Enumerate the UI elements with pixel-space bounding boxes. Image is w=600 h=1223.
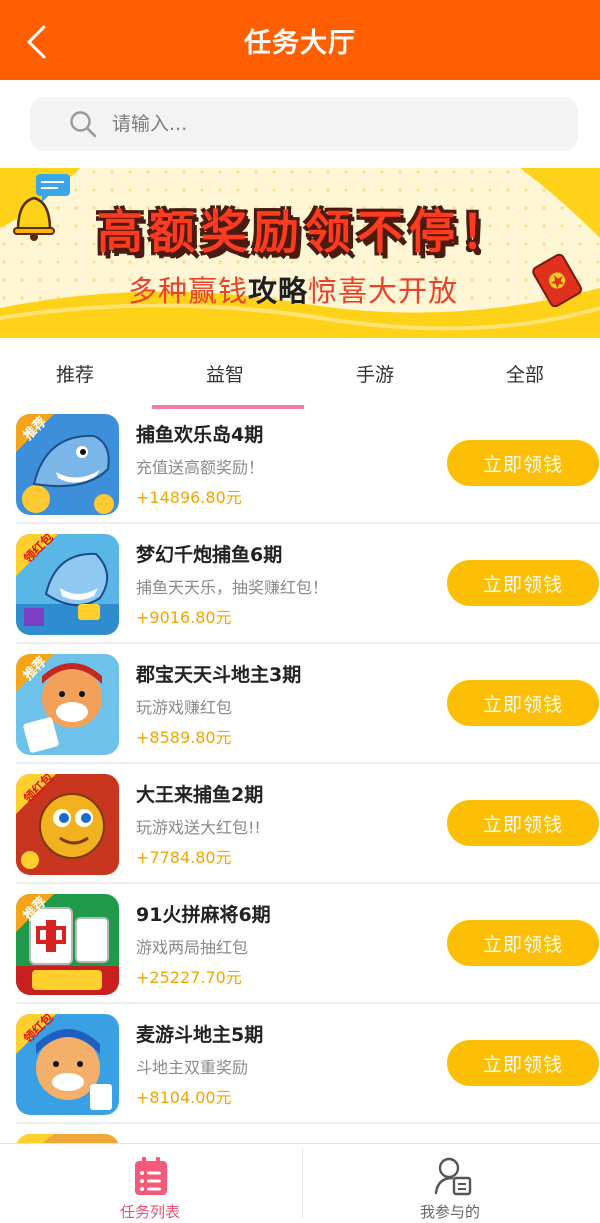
task-title: 麦游斗地主5期	[136, 1024, 264, 1046]
banner-subtitle-emphasis: 攻略	[248, 274, 309, 308]
task-list-icon	[135, 1157, 167, 1195]
search-icon	[70, 111, 97, 138]
claim-reward-button[interactable]: 立即领钱	[447, 680, 599, 726]
game-icon-maiyou-landlord: 领红包	[16, 1014, 119, 1115]
task-row[interactable]: 推荐 捕鱼欢乐岛4期 充值送高额奖励！ +14896.80元 立即领钱	[0, 404, 600, 524]
category-tabs: 推荐 益智 手游 全部	[0, 338, 600, 408]
user-participation-icon	[434, 1157, 472, 1196]
task-reward-amount: +8104.00元	[136, 1088, 232, 1107]
game-icon-fishing-island: 推荐	[16, 414, 119, 515]
task-title: 91火拼麻将6期	[136, 904, 271, 926]
search-input[interactable]	[112, 113, 532, 135]
search-bar[interactable]	[30, 97, 578, 151]
nav-task-list[interactable]: 任务列表	[0, 1144, 300, 1223]
task-title: 梦幻千炮捕鱼6期	[136, 544, 283, 566]
task-row[interactable]: 领红包 大王来捕鱼2期 玩游戏送大红包!! +7784.80元 立即领钱	[0, 764, 600, 884]
tab-puzzle[interactable]: 益智	[150, 338, 300, 408]
task-description: 游戏两局抽红包	[136, 938, 249, 957]
task-hall-screen: 任务大厅 请输入... 高额奖励领不停！ 多种赢钱攻略惊喜大开放 推荐 益智 手…	[0, 0, 600, 1223]
nav-label-task-list: 任务列表	[119, 1203, 180, 1221]
task-description: 玩游戏赚红包	[136, 698, 233, 717]
banner-subtitle: 多种赢钱攻略惊喜大开放	[128, 268, 458, 310]
top-header-bar: 任务大厅	[0, 0, 600, 80]
nav-my-participation[interactable]: 我参与的	[300, 1144, 600, 1223]
task-list: 推荐 捕鱼欢乐岛4期 充值送高额奖励！ +14896.80元 立即领钱 领红包 …	[0, 404, 600, 1164]
bottom-navigation: 任务列表 我参与的	[0, 1143, 600, 1223]
task-description: 捕鱼天天乐，抽奖赚红包！	[136, 578, 329, 597]
banner-subtitle-pre: 多种赢钱	[128, 274, 249, 308]
back-button[interactable]	[22, 24, 54, 60]
task-description: 充值送高额奖励！	[136, 458, 265, 477]
game-icon-king-fishing: 领红包	[16, 774, 119, 875]
banner-title: 高额奖励领不停！	[97, 205, 513, 259]
tab-recommended[interactable]: 推荐	[0, 338, 150, 408]
game-icon-fantasy-cannon-fishing: 领红包	[16, 534, 119, 635]
task-row[interactable]: 领红包 梦幻千炮捕鱼6期 捕鱼天天乐，抽奖赚红包！ +9016.80元 立即领钱	[0, 524, 600, 644]
task-reward-amount: +8589.80元	[136, 728, 232, 747]
bell-icon	[13, 174, 70, 241]
claim-reward-button[interactable]: 立即领钱	[447, 560, 599, 606]
page-title: 任务大厅	[244, 27, 356, 59]
tab-mobile-games[interactable]: 手游	[300, 338, 450, 408]
game-icon-junbao-landlord: 推荐	[16, 654, 119, 755]
task-title: 大王来捕鱼2期	[136, 784, 264, 806]
nav-divider	[302, 1148, 303, 1218]
tab-all[interactable]: 全部	[450, 338, 600, 408]
task-reward-amount: +14896.80元	[136, 488, 242, 507]
claim-reward-button[interactable]: 立即领钱	[447, 800, 599, 846]
nav-label-my-participation: 我参与的	[419, 1203, 480, 1221]
task-reward-amount: +7784.80元	[136, 848, 232, 867]
task-row[interactable]: 推荐 91火拼麻将6期 游戏两局抽红包 +25227.70元 立即领钱	[0, 884, 600, 1004]
claim-reward-button[interactable]: 立即领钱	[447, 920, 599, 966]
task-reward-amount: +25227.70元	[136, 968, 242, 987]
claim-reward-button[interactable]: 立即领钱	[447, 440, 599, 486]
task-row[interactable]: 推荐 郡宝天天斗地主3期 玩游戏赚红包 +8589.80元 立即领钱	[0, 644, 600, 764]
task-description: 玩游戏送大红包!!	[136, 818, 261, 837]
banner-subtitle-post: 惊喜大开放	[308, 274, 459, 308]
task-title: 郡宝天天斗地主3期	[136, 664, 302, 686]
game-icon-91-mahjong: 推荐	[16, 894, 119, 995]
task-row[interactable]: 领红包 麦游斗地主5期 斗地主双重奖励 +8104.00元 立即领钱	[0, 1004, 600, 1124]
task-title: 捕鱼欢乐岛4期	[136, 424, 264, 446]
chevron-left-icon	[27, 25, 46, 59]
task-description: 斗地主双重奖励	[136, 1058, 249, 1077]
task-reward-amount: +9016.80元	[136, 608, 232, 627]
claim-reward-button[interactable]: 立即领钱	[447, 1040, 599, 1086]
